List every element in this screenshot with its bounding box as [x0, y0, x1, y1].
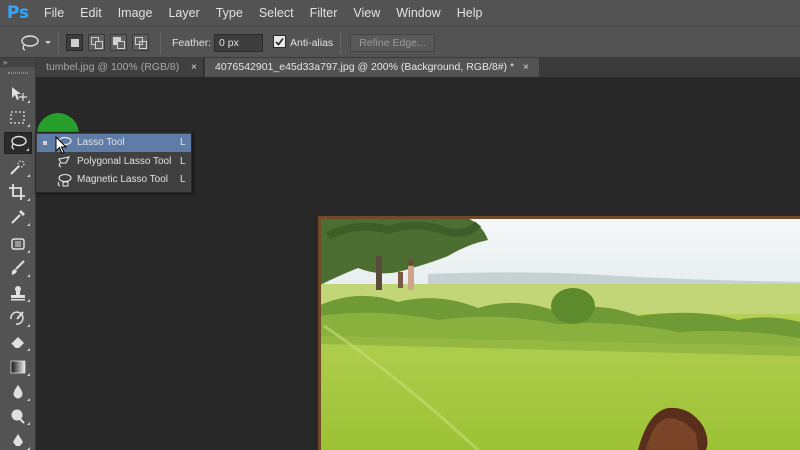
flyout-shortcut: L [180, 174, 186, 185]
flyout-shortcut: L [180, 156, 186, 167]
pen-icon [13, 434, 23, 446]
eyedropper-tool[interactable] [4, 206, 32, 228]
menu-edit[interactable]: Edit [72, 0, 110, 26]
polygonal-lasso-icon [58, 156, 70, 168]
new-selection-button[interactable] [66, 34, 83, 51]
add-to-selection-button[interactable] [88, 34, 105, 51]
options-bar: Feather: 0 px Anti-alias Refine Edge... [0, 26, 800, 58]
intersect-selection-button[interactable] [132, 34, 149, 51]
anti-alias-checkbox[interactable] [273, 35, 286, 48]
blur-tool[interactable] [4, 381, 32, 403]
clone-stamp-tool[interactable] [4, 282, 32, 304]
separator [340, 32, 341, 54]
separator [160, 32, 161, 54]
tab-tumbel[interactable]: tumbel.jpg @ 100% (RGB/8) × [36, 58, 204, 77]
lasso-icon [11, 135, 27, 150]
separator [58, 32, 59, 54]
brush-icon [11, 260, 25, 275]
feather-input[interactable]: 0 px [214, 34, 263, 52]
menu-select[interactable]: Select [251, 0, 302, 26]
dodge-icon [11, 409, 25, 424]
mouse-pointer-icon [55, 136, 68, 155]
checkmark-icon [275, 38, 284, 46]
anti-alias-label: Anti-alias [290, 37, 334, 49]
photoshop-logo: Ps [6, 3, 30, 23]
gradient-icon [10, 360, 26, 374]
tool-preset-picker[interactable] [18, 34, 52, 55]
flyout-item-label: Magnetic Lasso Tool [77, 174, 168, 185]
feather-label: Feather: [172, 37, 212, 49]
dodge-tool[interactable] [4, 405, 32, 427]
move-tool[interactable] [4, 83, 32, 105]
eyedropper-icon [11, 210, 25, 224]
flyout-shortcut: L [180, 137, 186, 148]
flyout-item-label: Polygonal Lasso Tool [77, 156, 172, 167]
tab-label: 4076542901_e45d33a797.jpg @ 200% (Backgr… [215, 61, 515, 73]
eraser-tool[interactable] [4, 331, 32, 353]
menu-file[interactable]: File [36, 0, 72, 26]
menu-type[interactable]: Type [208, 0, 251, 26]
menu-view[interactable]: View [345, 0, 388, 26]
tab-label: tumbel.jpg @ 100% (RGB/8) [46, 61, 180, 73]
crop-icon [9, 184, 25, 200]
move-tool-icon [12, 87, 27, 101]
pen-tool[interactable] [4, 430, 32, 450]
document-image[interactable] [318, 216, 800, 450]
healing-brush-tool[interactable] [4, 233, 32, 255]
panel-grip[interactable] [8, 72, 28, 74]
landscape-photo [318, 216, 800, 450]
history-brush-icon [10, 311, 24, 325]
history-brush-tool[interactable] [4, 307, 32, 329]
tab-active-document[interactable]: 4076542901_e45d33a797.jpg @ 200% (Backgr… [205, 58, 539, 77]
quick-selection-tool[interactable] [4, 157, 32, 179]
menu-filter[interactable]: Filter [302, 0, 346, 26]
collapse-panel-icon[interactable]: » [0, 58, 35, 67]
flyout-item-label: Lasso Tool [77, 137, 125, 148]
subtract-from-selection-button[interactable] [110, 34, 127, 51]
brush-tool[interactable] [4, 257, 32, 279]
lasso-icon [21, 35, 51, 51]
magnetic-lasso-icon [57, 173, 72, 187]
rectangular-marquee-icon [10, 111, 25, 124]
close-icon[interactable]: × [191, 58, 197, 77]
blur-drop-icon [13, 385, 23, 399]
menu-bar: Ps File Edit Image Layer Type Select Fil… [0, 0, 800, 26]
flyout-magnetic-lasso-tool[interactable]: Magnetic Lasso Tool L [37, 171, 191, 189]
lasso-tool[interactable] [4, 132, 32, 154]
active-bullet-icon [43, 141, 47, 145]
tools-panel: » [0, 58, 36, 450]
document-tab-bar: tumbel.jpg @ 100% (RGB/8) × 4076542901_e… [36, 58, 800, 77]
menu-window[interactable]: Window [388, 0, 448, 26]
menu-help[interactable]: Help [449, 0, 491, 26]
quick-selection-icon [10, 160, 25, 175]
gradient-tool[interactable] [4, 356, 32, 378]
eraser-icon [10, 337, 24, 349]
marquee-tool[interactable] [4, 107, 32, 129]
clone-stamp-icon [11, 286, 25, 301]
menu-layer[interactable]: Layer [160, 0, 207, 26]
menu-image[interactable]: Image [110, 0, 161, 26]
refine-edge-button[interactable]: Refine Edge... [350, 34, 435, 52]
healing-brush-icon [11, 238, 25, 250]
crop-tool[interactable] [4, 181, 32, 203]
close-icon[interactable]: × [523, 58, 529, 77]
